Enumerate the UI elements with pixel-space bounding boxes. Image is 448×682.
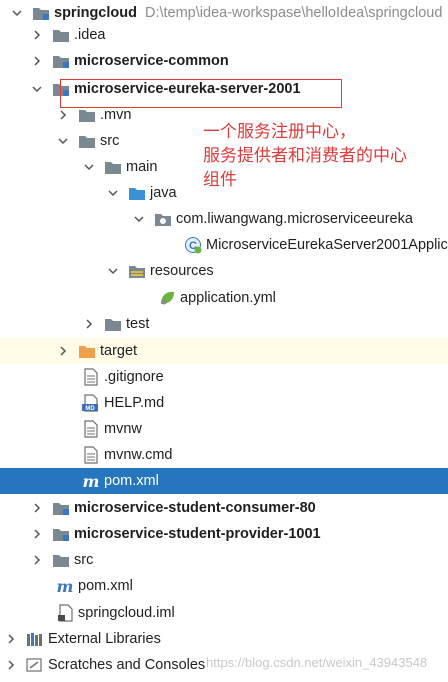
- chevron-right-icon[interactable]: [30, 48, 44, 74]
- tree-row-mvnw[interactable]: mvnw: [0, 416, 448, 442]
- tree-row-student-consumer[interactable]: microservice-student-consumer-80: [0, 495, 448, 521]
- annotation-note: 一个服务注册中心， 服务提供者和消费者的中心 组件: [203, 122, 407, 190]
- chevron-right-icon[interactable]: [56, 102, 70, 128]
- tree-row-root-src[interactable]: src: [0, 547, 448, 573]
- tree-item-label: HELP.md: [104, 395, 165, 411]
- tree-row-application-class[interactable]: C MicroserviceEurekaServer2001Applicatio…: [0, 232, 448, 258]
- tree-item-label: springcloud.iml: [78, 605, 175, 621]
- svg-text:m: m: [83, 473, 100, 489]
- libraries-icon: [26, 630, 44, 648]
- tree-item-label: resources: [150, 263, 214, 279]
- tree-row-idea[interactable]: .idea: [0, 22, 448, 48]
- module-folder-icon: [52, 80, 70, 98]
- tree-item-label: target: [100, 343, 138, 359]
- svg-text:MD: MD: [85, 406, 95, 412]
- folder-icon: [52, 551, 70, 569]
- chevron-right-icon[interactable]: [4, 652, 18, 678]
- text-file-icon: [82, 446, 100, 464]
- scratches-icon: [26, 656, 44, 674]
- chevron-right-icon[interactable]: [30, 547, 44, 573]
- tree-row-gitignore[interactable]: .gitignore: [0, 364, 448, 390]
- folder-icon: [78, 106, 96, 124]
- tree-item-label: mvnw.cmd: [104, 447, 173, 463]
- text-file-icon: [82, 368, 100, 386]
- tree-item-label: src: [74, 552, 94, 568]
- chevron-down-icon[interactable]: [82, 154, 96, 180]
- tree-row-mvnw-cmd[interactable]: mvnw.cmd: [0, 442, 448, 468]
- folder-icon: [52, 26, 70, 44]
- tree-row-root-pom-xml[interactable]: m pom.xml: [0, 573, 448, 599]
- tree-row-application-yml[interactable]: application.yml: [0, 285, 448, 311]
- tree-item-label: mvnw: [104, 421, 142, 437]
- tree-item-label: application.yml: [180, 290, 276, 306]
- chevron-down-icon[interactable]: [132, 206, 146, 232]
- folder-icon: [104, 158, 122, 176]
- folder-icon: [78, 132, 96, 150]
- tree-item-label: .mvn: [100, 107, 132, 123]
- tree-item-label: microservice-student-provider-1001: [74, 526, 321, 542]
- tree-item-label: microservice-eureka-server-2001: [74, 81, 301, 97]
- tree-row-resources[interactable]: resources: [0, 258, 448, 284]
- chevron-down-icon[interactable]: [106, 180, 120, 206]
- tree-row-external-libraries[interactable]: External Libraries: [0, 626, 448, 652]
- tree-row-iml[interactable]: springcloud.iml: [0, 600, 448, 626]
- tree-item-label: MicroserviceEurekaServer2001Application: [206, 237, 448, 253]
- chevron-right-icon[interactable]: [30, 495, 44, 521]
- source-folder-icon: [128, 184, 146, 202]
- tree-item-label: main: [126, 159, 158, 175]
- chevron-right-icon[interactable]: [82, 311, 96, 337]
- maven-icon: m: [82, 472, 100, 490]
- tree-item-label: microservice-common: [74, 53, 229, 69]
- tree-item-label: pom.xml: [78, 578, 133, 594]
- tree-item-label: pom.xml: [104, 473, 159, 489]
- package-icon: [154, 210, 172, 228]
- tree-item-label: .idea: [74, 27, 106, 43]
- tree-row-student-provider[interactable]: microservice-student-provider-1001: [0, 521, 448, 547]
- chevron-down-icon[interactable]: [56, 128, 70, 154]
- folder-icon: [104, 315, 122, 333]
- iml-file-icon: [56, 604, 74, 622]
- svg-text:m: m: [57, 578, 74, 594]
- chevron-right-icon[interactable]: [4, 626, 18, 652]
- chevron-down-icon[interactable]: [30, 76, 44, 102]
- chevron-right-icon[interactable]: [56, 338, 70, 364]
- tree-row-help-md[interactable]: MD HELP.md: [0, 390, 448, 416]
- tree-row-test[interactable]: test: [0, 311, 448, 337]
- module-folder-icon: [52, 52, 70, 70]
- chevron-right-icon[interactable]: [30, 521, 44, 547]
- tree-item-label: test: [126, 316, 150, 332]
- markdown-file-icon: MD: [82, 394, 100, 412]
- tree-row-pom-xml-selected[interactable]: m pom.xml: [0, 468, 448, 494]
- watermark: https://blog.csdn.net/weixin_43943548: [206, 655, 428, 670]
- tree-item-label: .gitignore: [104, 369, 164, 385]
- text-file-icon: [82, 420, 100, 438]
- tree-row-package[interactable]: com.liwangwang.microserviceeureka: [0, 206, 448, 232]
- module-folder-icon: [52, 525, 70, 543]
- tree-row-target[interactable]: target: [0, 338, 448, 364]
- tree-item-label: java: [150, 185, 177, 201]
- tree-item-label: microservice-student-consumer-80: [74, 500, 316, 516]
- tree-item-label: src: [100, 133, 120, 149]
- maven-icon: m: [56, 577, 74, 595]
- chevron-right-icon[interactable]: [30, 22, 44, 48]
- excluded-folder-icon: [78, 342, 96, 360]
- tree-row-eureka-server[interactable]: microservice-eureka-server-2001: [0, 76, 448, 102]
- module-folder-icon: [52, 499, 70, 517]
- tree-row-microservice-common[interactable]: microservice-common: [0, 48, 448, 74]
- chevron-down-icon[interactable]: [106, 258, 120, 284]
- spring-boot-class-icon: C: [184, 236, 202, 254]
- tree-item-label: Scratches and Consoles: [48, 657, 206, 673]
- tree-item-label: com.liwangwang.microserviceeureka: [176, 211, 413, 227]
- resources-folder-icon: [128, 262, 146, 280]
- spring-yml-icon: [158, 289, 176, 307]
- module-folder-icon: [32, 4, 50, 22]
- tree-item-label: External Libraries: [48, 631, 161, 647]
